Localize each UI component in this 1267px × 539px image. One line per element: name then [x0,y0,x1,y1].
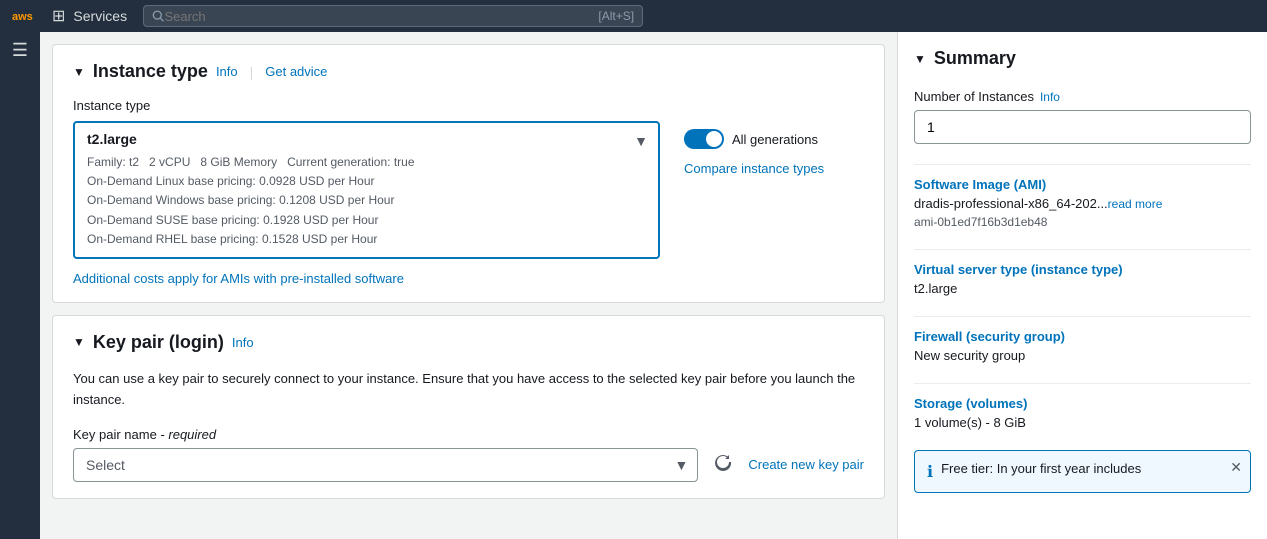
key-pair-section: ▼ Key pair (login) Info You can use a ke… [52,315,885,499]
section-divider: | [250,64,254,80]
summary-instances-info-link[interactable]: Info [1040,90,1060,104]
summary-instances-field: Number of Instances Info [914,89,1251,144]
instance-linux-pricing: On-Demand Linux base pricing: 0.0928 USD… [87,174,374,188]
content-area: ▼ Instance type Info | Get advice Instan… [40,32,897,539]
summary-storage-field: Storage (volumes) 1 volume(s) - 8 GiB [914,396,1251,430]
summary-firewall-label[interactable]: Firewall (security group) [914,329,1251,344]
summary-ami-field: Software Image (AMI) dradis-professional… [914,177,1251,229]
sidebar: ☰ [0,32,40,539]
summary-firewall-field: Firewall (security group) New security g… [914,329,1251,363]
instance-type-header: ▼ Instance type Info | Get advice [73,61,864,82]
main-layout: ☰ ▼ Instance type Info | Get advice Inst… [0,32,1267,539]
key-pair-description: You can use a key pair to securely conne… [73,369,864,411]
summary-header: ▼ Summary [914,48,1251,69]
create-new-key-pair-link[interactable]: Create new key pair [748,457,864,472]
summary-ami-id: ami-0b1ed7f16b3d1eb48 [914,215,1251,229]
instance-family: Family: t2 [87,155,139,169]
sidebar-menu-icon[interactable]: ☰ [12,40,28,61]
required-text: required [168,427,216,442]
instance-dropdown-container: t2.large Family: t2 2 vCPU 8 GiB Memory … [73,121,660,259]
search-hint: [Alt+S] [598,9,634,23]
instance-type-info-link[interactable]: Info [216,64,238,79]
top-nav: aws ⊞ Services [Alt+S] [0,0,1267,32]
search-icon [152,9,164,23]
all-generations-label: All generations [732,132,818,147]
summary-divider-3 [914,316,1251,317]
instance-select-row: t2.large Family: t2 2 vCPU 8 GiB Memory … [73,121,864,259]
compare-instance-types-link[interactable]: Compare instance types [684,161,824,176]
summary-ami-label[interactable]: Software Image (AMI) [914,177,1251,192]
free-tier-text: Free tier: In your first year includes [941,461,1238,476]
key-pair-select[interactable]: Select [73,448,698,482]
refresh-key-pairs-button[interactable] [710,449,736,480]
summary-instance-type-field: Virtual server type (instance type) t2.l… [914,262,1251,296]
free-tier-banner: ℹ Free tier: In your first year includes… [914,450,1251,493]
summary-storage-label[interactable]: Storage (volumes) [914,396,1251,411]
instance-rhel-pricing: On-Demand RHEL base pricing: 0.1528 USD … [87,232,377,246]
summary-storage-value: 1 volume(s) - 8 GiB [914,415,1251,430]
key-pair-title: Key pair (login) [93,332,224,353]
free-tier-close-button[interactable]: ✕ [1230,459,1242,476]
services-nav-label[interactable]: Services [73,8,127,24]
summary-collapse-icon[interactable]: ▼ [914,52,926,66]
instance-type-title: Instance type [93,61,208,82]
instance-dropdown-chevron: ▼ [634,133,648,149]
summary-title: Summary [934,48,1016,69]
summary-divider-4 [914,383,1251,384]
instance-type-advice-link[interactable]: Get advice [265,64,327,79]
instance-memory: 8 GiB Memory [200,155,277,169]
summary-ami-value: dradis-professional-x86_64-202...read mo… [914,196,1251,211]
key-pair-collapse-icon[interactable]: ▼ [73,335,85,349]
summary-instances-label-row: Number of Instances Info [914,89,1251,104]
instance-type-details: Family: t2 2 vCPU 8 GiB Memory Current g… [87,153,618,249]
summary-ami-read-more[interactable]: read more [1108,197,1163,211]
instance-generation: Current generation: true [287,155,414,169]
all-generations-toggle-row: All generations [684,129,818,149]
grid-icon[interactable]: ⊞ [52,6,65,26]
summary-ami-text: dradis-professional-x86_64-202... [914,196,1108,211]
search-bar[interactable]: [Alt+S] [143,5,643,27]
svg-text:aws: aws [12,11,33,23]
summary-instance-type-label[interactable]: Virtual server type (instance type) [914,262,1251,277]
summary-divider-1 [914,164,1251,165]
summary-firewall-value: New security group [914,348,1251,363]
summary-divider-2 [914,249,1251,250]
key-pair-header: ▼ Key pair (login) Info [73,332,864,353]
key-pair-field-name: Key pair name [73,427,157,442]
number-of-instances-input[interactable] [914,110,1251,144]
all-generations-toggle[interactable] [684,129,724,149]
key-pair-field-label: Key pair name - required [73,427,864,442]
instance-windows-pricing: On-Demand Windows base pricing: 0.1208 U… [87,193,394,207]
summary-instance-type-value: t2.large [914,281,1251,296]
instance-type-selected-name: t2.large [87,131,618,147]
additional-costs-link[interactable]: Additional costs apply for AMIs with pre… [73,271,864,286]
free-tier-info-icon: ℹ [927,462,933,482]
key-pair-select-wrapper: Select ▼ [73,448,698,482]
summary-panel: ▼ Summary Number of Instances Info Softw… [897,32,1267,539]
instance-dropdown[interactable]: t2.large Family: t2 2 vCPU 8 GiB Memory … [73,121,660,259]
summary-instances-label: Number of Instances [914,89,1034,104]
search-input[interactable] [164,9,590,24]
instance-type-collapse-icon[interactable]: ▼ [73,65,85,79]
key-pair-select-row: Select ▼ Create new key pair [73,448,864,482]
instance-vcpu: 2 vCPU [149,155,190,169]
instance-suse-pricing: On-Demand SUSE base pricing: 0.1928 USD … [87,213,378,227]
aws-logo: aws [12,6,44,26]
refresh-icon [714,453,732,471]
instance-type-section: ▼ Instance type Info | Get advice Instan… [52,44,885,303]
key-pair-info-link[interactable]: Info [232,335,254,350]
instance-type-field-label: Instance type [73,98,864,113]
all-generations-col: All generations Compare instance types [684,121,864,176]
